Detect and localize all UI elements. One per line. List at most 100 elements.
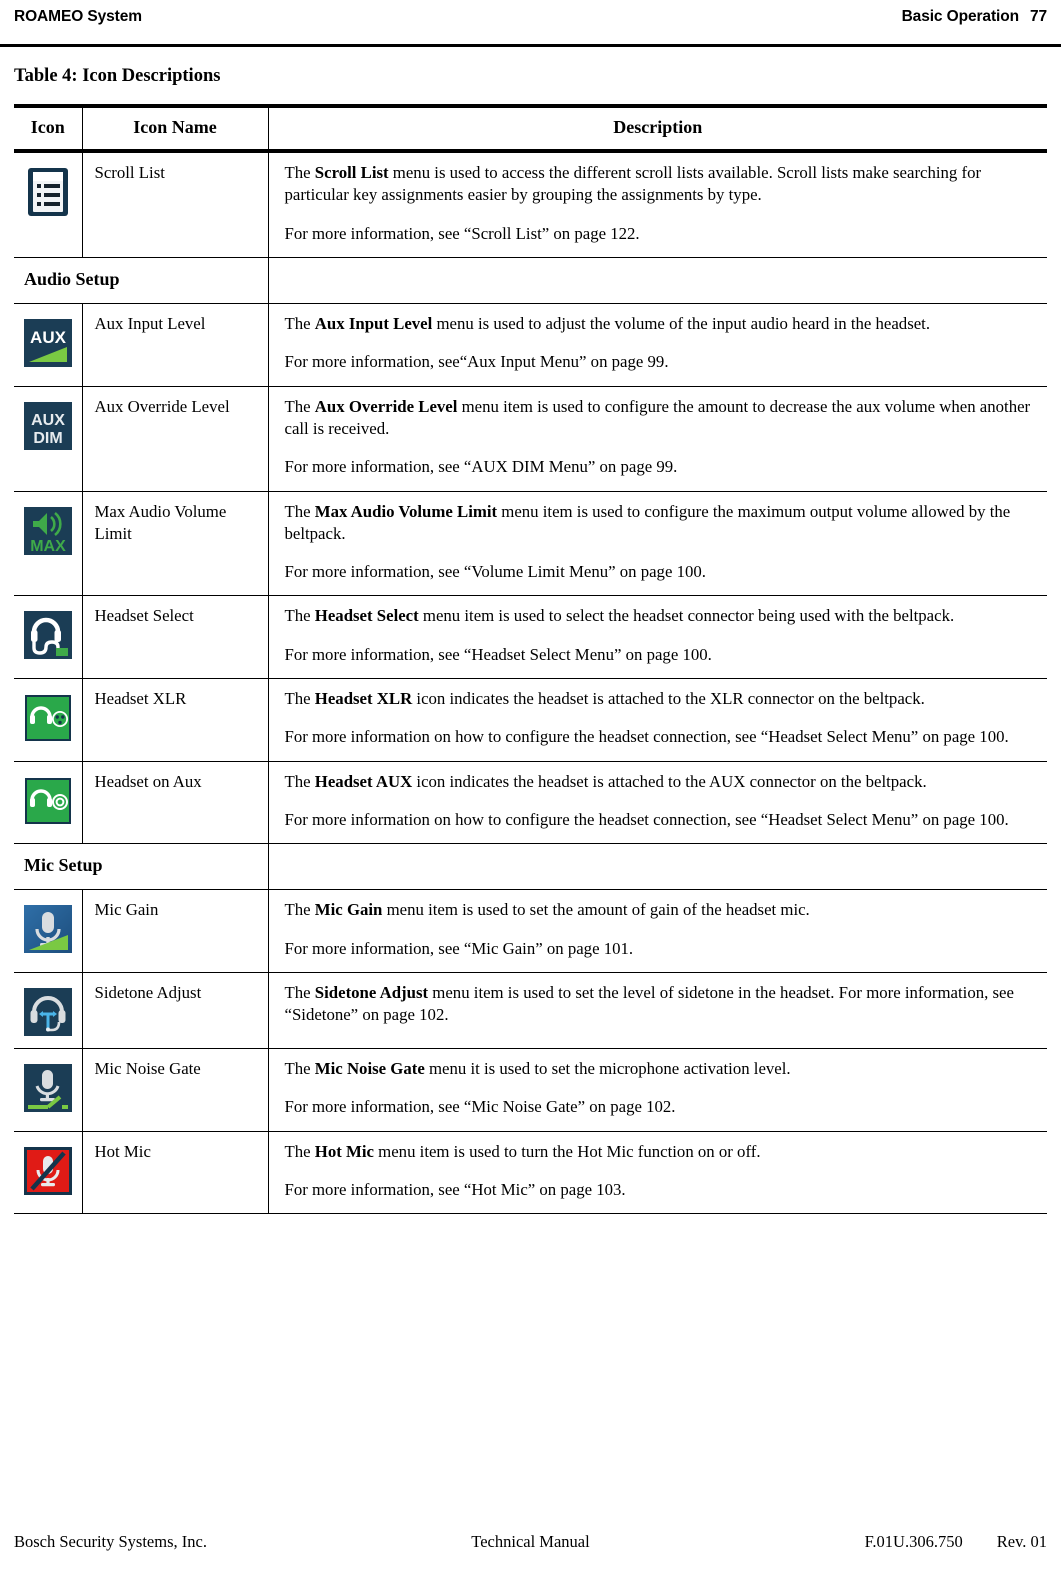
paragraph-body: icon indicates the headset is attached t…: [412, 771, 927, 791]
paragraph-lead: The: [284, 1141, 315, 1161]
paragraph-emphasis: Aux Input Level: [314, 313, 433, 333]
paragraph-body: menu is used to access the different scr…: [284, 162, 982, 205]
table-row: Hot Mic The Hot Mic menu item is used to …: [14, 1131, 1047, 1215]
paragraph-body: menu item is used to set the amount of g…: [382, 900, 810, 920]
paragraph-body: For more information, see “Mic Gain” on …: [284, 938, 634, 958]
icon-name-cell: Sidetone Adjust: [82, 972, 269, 1050]
description-paragraph: For more information, see “Headset Selec…: [285, 644, 1032, 666]
paragraph-emphasis: Hot Mic: [314, 1141, 374, 1161]
hot-mic-icon: [22, 1145, 74, 1197]
headset-aux-icon: [22, 775, 74, 827]
description-paragraph: For more information, see “Scroll List” …: [285, 223, 1032, 245]
paragraph-lead: The: [284, 771, 315, 791]
description-paragraph: The Aux Input Level menu is used to adju…: [285, 313, 1032, 335]
paragraph-lead: The: [284, 501, 315, 521]
paragraph-body: For more information on how to configure…: [284, 727, 1009, 747]
description-paragraph: For more information, see “Mic Gain” on …: [285, 938, 1032, 960]
section-label: Audio Setup: [14, 257, 269, 304]
table-header: Icon Icon Name Description: [14, 104, 1047, 153]
paragraph-body: For more information, see “Volume Limit …: [284, 562, 706, 582]
table-row: Headset on Aux The Headset AUX icon indic…: [14, 761, 1047, 845]
paragraph-lead: The: [284, 162, 315, 182]
description-paragraph: The Scroll List menu is used to access t…: [285, 162, 1032, 207]
table-row: Headset XLR The Headset XLR icon indicate…: [14, 678, 1047, 762]
icon-cell: [14, 678, 83, 762]
description-paragraph: For more information on how to configure…: [285, 809, 1032, 831]
paragraph-lead: The: [284, 983, 315, 1003]
description-paragraph: For more information, see “Volume Limit …: [285, 561, 1032, 583]
paragraph-lead: The: [284, 396, 315, 416]
paragraph-body: For more information, see “Headset Selec…: [284, 644, 712, 664]
page-running-header: ROAMEO System Basic Operation 77: [14, 8, 1047, 36]
description-cell: The Scroll List menu is used to access t…: [268, 150, 1047, 258]
icon-name-cell: Mic Noise Gate: [82, 1048, 269, 1132]
table-row: Mic Noise Gate The Mic Noise Gate menu it…: [14, 1048, 1047, 1132]
icon-cell: AUX: [14, 303, 83, 387]
description-cell: The Headset Select menu item is used to …: [268, 595, 1047, 680]
svg-text:AUX: AUX: [31, 412, 65, 429]
description-paragraph: The Sidetone Adjust menu item is used to…: [285, 982, 1032, 1027]
paragraph-emphasis: Scroll List: [314, 162, 389, 182]
paragraph-body: For more information, see “Mic Noise Gat…: [284, 1097, 676, 1117]
paragraph-emphasis: Headset Select: [314, 606, 419, 626]
footer-company: Bosch Security Systems, Inc.: [14, 1532, 207, 1551]
paragraph-lead: The: [284, 313, 315, 333]
header-divider-rule: [0, 44, 1061, 47]
section-label: Mic Setup: [14, 843, 269, 891]
description-cell: The Headset AUX icon indicates the heads…: [268, 761, 1047, 845]
paragraph-body: menu item is used to turn the Hot Mic fu…: [373, 1141, 761, 1161]
icon-descriptions-table-wrapper: Icon Icon Name Description Scroll List Th…: [14, 104, 1047, 1215]
table-section-row: Mic Setup: [14, 843, 1047, 891]
column-header-icon: Icon: [14, 104, 83, 153]
icon-cell: AUX DIM: [14, 386, 83, 492]
footer-doc-type: Technical Manual: [471, 1532, 590, 1551]
paragraph-body: menu it is used to set the microphone ac…: [424, 1059, 791, 1079]
description-cell: The Aux Input Level menu is used to adju…: [268, 303, 1047, 387]
table-row: Sidetone Adjust The Sidetone Adjust menu …: [14, 972, 1047, 1050]
aux-input-level-icon: AUX: [22, 317, 74, 369]
icon-cell: [14, 761, 83, 845]
icon-cell: [14, 889, 83, 974]
description-cell: The Aux Override Level menu item is used…: [268, 386, 1047, 492]
icon-name-cell: Headset Select: [82, 595, 269, 680]
description-cell: The Headset XLR icon indicates the heads…: [268, 678, 1047, 762]
page-running-footer: Bosch Security Systems, Inc. Technical M…: [14, 1532, 1047, 1554]
scroll-list-icon: [22, 166, 74, 218]
header-section-name: Basic Operation: [901, 8, 1019, 25]
paragraph-body: icon indicates the headset is attached t…: [412, 689, 925, 709]
headset-xlr-icon: [22, 692, 74, 744]
description-paragraph: For more information on how to configure…: [285, 726, 1032, 748]
max-volume-icon: MAX: [22, 505, 74, 557]
column-header-icon-name: Icon Name: [82, 104, 269, 153]
icon-name-cell: Headset on Aux: [82, 761, 269, 845]
icon-cell: [14, 1048, 83, 1132]
paragraph-emphasis: Mic Gain: [314, 900, 383, 920]
description-cell: The Sidetone Adjust menu item is used to…: [268, 972, 1047, 1050]
description-cell: The Max Audio Volume Limit menu item is …: [268, 491, 1047, 597]
paragraph-body: For more information, see “AUX DIM Menu”…: [284, 457, 678, 477]
paragraph-body: For more information on how to configure…: [284, 810, 1009, 830]
paragraph-emphasis: Max Audio Volume Limit: [314, 501, 498, 521]
icon-name-cell: Headset XLR: [82, 678, 269, 762]
table-row: Mic Gain The Mic Gain menu item is used t…: [14, 889, 1047, 974]
icon-cell: [14, 595, 83, 680]
description-cell: The Hot Mic menu item is used to turn th…: [268, 1131, 1047, 1215]
icon-cell: [14, 972, 83, 1050]
paragraph-lead: The: [284, 689, 315, 709]
table-body: Scroll List The Scroll List menu is used …: [14, 150, 1047, 1215]
description-cell: The Mic Gain menu item is used to set th…: [268, 889, 1047, 974]
description-paragraph: The Mic Gain menu item is used to set th…: [285, 899, 1032, 921]
description-paragraph: The Aux Override Level menu item is used…: [285, 396, 1032, 441]
sidetone-adjust-icon: [22, 986, 74, 1038]
icon-cell: [14, 150, 83, 258]
svg-text:MAX: MAX: [30, 538, 66, 555]
paragraph-body: menu item is used to select the headset …: [418, 606, 955, 626]
table-caption: Table 4: Icon Descriptions: [14, 66, 221, 86]
paragraph-lead: The: [284, 606, 315, 626]
icon-cell: [14, 1131, 83, 1215]
paragraph-lead: The: [284, 1059, 315, 1079]
description-paragraph: The Headset AUX icon indicates the heads…: [285, 771, 1032, 793]
paragraph-body: menu is used to adjust the volume of the…: [432, 313, 931, 333]
table-row: Scroll List The Scroll List menu is used …: [14, 150, 1047, 258]
paragraph-lead: The: [284, 900, 315, 920]
